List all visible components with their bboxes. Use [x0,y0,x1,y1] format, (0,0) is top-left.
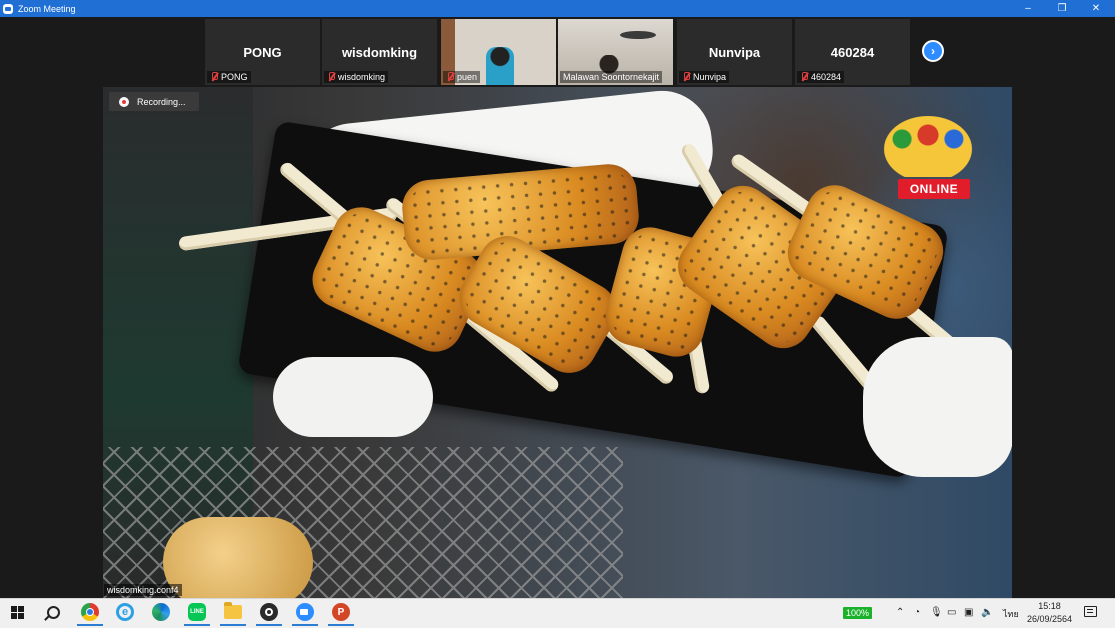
taskbar-internet-explorer[interactable]: e [114,601,136,623]
participant-strip: PONG PONG wisdomking wisdomking puen Mal… [0,17,1115,87]
taskbar-chrome[interactable] [77,601,103,626]
recording-indicator[interactable]: Recording... [109,92,199,111]
participant-label: Nunvipa [679,71,730,83]
taskbar-edge[interactable] [150,601,172,623]
language-indicator[interactable]: ไทย [1003,607,1019,621]
clock-time: 15:18 [1038,601,1061,611]
internet-explorer-icon: e [116,603,134,621]
rice-cake [163,517,313,598]
windows-logo-icon [10,605,24,619]
search-button[interactable] [42,601,64,623]
event-logo: ONLINE [872,107,987,203]
edge-icon [152,603,170,621]
mic-muted-icon [327,72,335,82]
participant-label-text: Malawan Soontornekajit [563,72,660,82]
microphone-icon[interactable]: 🎙 [930,607,943,618]
system-clock[interactable]: 15:18 26/09/2564 [1022,600,1077,626]
participant-tile[interactable]: PONG PONG [205,19,320,85]
participant-label-text: Nunvipa [693,72,727,82]
notification-icon[interactable] [1084,606,1097,617]
volume-icon[interactable]: 🔈 [981,607,993,618]
participant-name: PONG [243,45,282,60]
clock-date: 26/09/2564 [1026,614,1073,624]
participant-tile[interactable]: Malawan Soontornekajit [558,19,673,85]
participant-label-text: wisdomking [338,72,386,82]
participant-tile[interactable]: wisdomking wisdomking [322,19,437,85]
next-page-button[interactable]: › [922,40,944,62]
mic-muted-icon [800,72,808,82]
participant-tile[interactable]: Nunvipa Nunvipa [677,19,792,85]
participant-label-text: puen [457,72,478,82]
chevron-up-icon[interactable]: ⌃ [896,607,904,618]
participant-video-person [486,47,514,85]
logo-children-faces [892,117,964,157]
mic-muted-icon [446,72,454,82]
participant-label: wisdomking [324,71,389,83]
taskbar-zoom[interactable] [292,601,318,626]
logo-online-badge: ONLINE [898,179,970,199]
ceiling-fan [620,31,656,39]
title-bar: Zoom Meeting [0,0,1115,17]
taskbar-file-explorer[interactable] [220,601,246,626]
battery-icon[interactable]: ▭ [947,607,956,618]
folder-icon [224,602,242,619]
gloved-hand [863,337,1012,477]
battery-percentage[interactable]: 100% [843,607,873,619]
mic-muted-icon [682,72,690,82]
powerpoint-icon: P [332,603,350,621]
taskbar-obs[interactable] [256,601,282,626]
taskbar-powerpoint[interactable]: P [328,601,354,626]
participant-name: Nunvipa [708,45,761,60]
meet-now-icon[interactable]: ◔ [914,607,920,618]
participant-label-text: PONG [221,72,248,82]
maximize-button[interactable]: ❐ [1045,0,1079,17]
participant-name: 460284 [830,45,875,60]
network-icon[interactable]: ▣ [964,607,973,618]
close-button[interactable]: ✕ [1079,0,1113,17]
zoom-app-icon [3,3,13,14]
search-icon [46,605,60,619]
line-icon: LINE [188,603,206,621]
gloved-hand [273,357,433,437]
start-button[interactable] [6,601,28,623]
participant-label: Malawan Soontornekajit [560,71,663,83]
participant-label-text: 460284 [811,72,842,82]
participant-label: 460284 [797,71,845,83]
window-title: Zoom Meeting [18,3,76,14]
recording-label: Recording... [137,96,186,107]
chrome-icon [81,603,99,621]
record-icon [119,96,129,107]
active-speaker-name: wisdomking.conf4 [104,584,182,596]
zoom-icon [296,603,314,621]
participant-label: PONG [207,71,251,83]
minimize-button[interactable]: – [1011,0,1045,17]
obs-icon [260,603,278,621]
participant-label: puen [443,71,481,83]
participant-tile[interactable]: 460284 460284 [795,19,910,85]
participant-tile[interactable]: puen [441,19,556,85]
participant-name: wisdomking [341,45,418,60]
taskbar-line[interactable]: LINE [184,601,210,626]
mic-muted-icon [210,72,218,82]
